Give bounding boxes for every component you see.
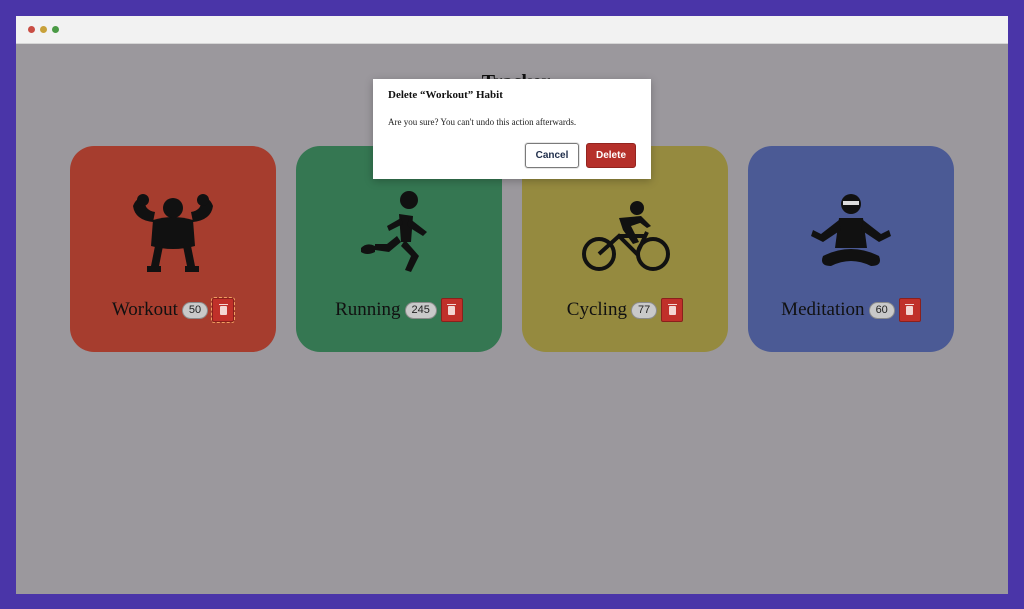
- habit-label-row: Workout 50: [70, 296, 276, 324]
- habit-name: Cycling: [566, 299, 627, 320]
- trash-icon: [218, 303, 228, 315]
- cyclist-icon: [582, 201, 670, 271]
- habit-count-badge: 60: [868, 301, 895, 319]
- dialog-message: Are you sure? You can't undo this action…: [388, 117, 577, 127]
- habit-label-row: Running 245: [296, 296, 502, 324]
- trash-icon: [667, 303, 677, 315]
- dialog-title: Delete “Workout” Habit: [388, 89, 503, 101]
- minimize-window-button[interactable]: [40, 26, 47, 33]
- habit-count-badge: 50: [181, 301, 209, 319]
- habit-name: Workout: [111, 299, 178, 320]
- window-titlebar: [16, 16, 1008, 44]
- habit-card-workout[interactable]: Workout 50: [70, 146, 276, 352]
- delete-button[interactable]: Delete: [586, 143, 636, 168]
- browser-window: Tracker Workout 50: [16, 16, 1008, 594]
- runner-icon: [361, 191, 427, 272]
- habit-count-badge: 245: [404, 301, 437, 319]
- habit-card-meditation[interactable]: Meditation 60: [748, 146, 954, 352]
- delete-habit-button[interactable]: [898, 298, 921, 322]
- delete-habit-button[interactable]: [661, 298, 684, 322]
- meditation-icon: [811, 194, 891, 266]
- trash-icon: [905, 303, 915, 315]
- delete-habit-button[interactable]: [440, 298, 463, 322]
- habit-name: Running: [335, 299, 401, 320]
- delete-confirm-dialog: Delete “Workout” Habit Are you sure? You…: [373, 79, 651, 179]
- bodybuilder-icon: [133, 194, 213, 272]
- cancel-button[interactable]: Cancel: [525, 143, 579, 168]
- close-window-button[interactable]: [28, 26, 35, 33]
- habit-name: Meditation: [781, 299, 865, 320]
- habit-count-badge: 77: [630, 301, 658, 319]
- trash-icon: [447, 303, 457, 315]
- habit-label-row: Cycling 77: [522, 296, 728, 324]
- habit-label-row: Meditation 60: [748, 296, 954, 324]
- delete-habit-button[interactable]: [211, 297, 236, 323]
- maximize-window-button[interactable]: [52, 26, 59, 33]
